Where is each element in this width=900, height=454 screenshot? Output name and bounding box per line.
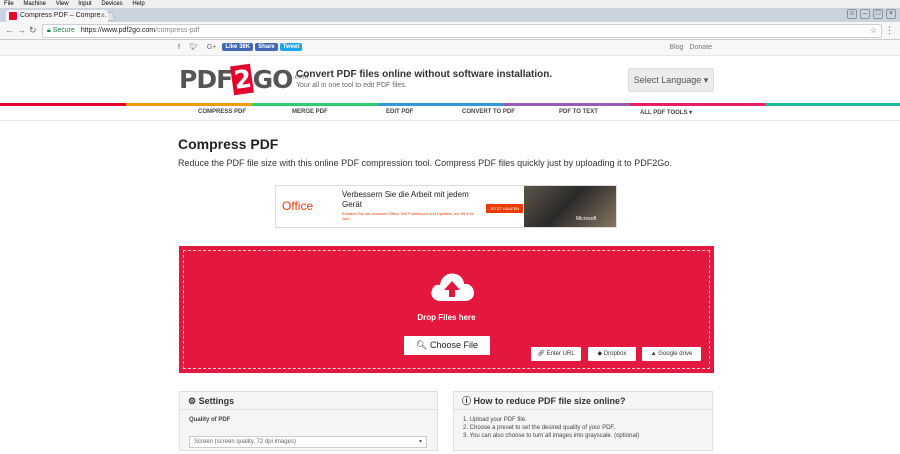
ad-headline: Verbessern Sie die Arbeit mit jedem Gerä… bbox=[342, 190, 469, 209]
google-drive-label: Google drive bbox=[658, 351, 693, 357]
howto-step: 3. You can also choose to turn all image… bbox=[463, 433, 640, 439]
url-field[interactable]: 🔒︎ Secure https://www.pdf2go.com/compres… bbox=[42, 24, 882, 38]
facebook-icon[interactable]: f bbox=[178, 44, 180, 51]
menu-machine[interactable]: Machine bbox=[23, 1, 46, 7]
caret-down-icon: ▾ bbox=[418, 439, 422, 445]
nav-edit-pdf[interactable]: EDIT PDF bbox=[386, 109, 413, 115]
howto-step: 1. Upload your PDF file. bbox=[463, 417, 527, 423]
search-icon: 🔍︎ bbox=[416, 340, 428, 350]
donate-link[interactable]: Donate bbox=[689, 44, 712, 51]
menu-input[interactable]: Input bbox=[78, 1, 91, 7]
address-bar: ← → ↻ 🔒︎ Secure https://www.pdf2go.com/c… bbox=[0, 22, 900, 40]
social-strip: f 🐦︎ G+ Like 38K Share Tweet Blog Donate bbox=[0, 40, 900, 56]
tab-close-icon[interactable]: × bbox=[101, 10, 105, 22]
link-icon: 🔗︎ bbox=[537, 351, 545, 357]
howto-title: How to reduce PDF file size online? bbox=[473, 396, 626, 406]
blog-link[interactable]: Blog bbox=[669, 44, 683, 51]
dropbox-button[interactable]: ◆ Dropbox bbox=[588, 347, 636, 361]
advertisement-banner[interactable]: Office Verbessern Sie die Arbeit mit jed… bbox=[275, 185, 617, 228]
nav-pdf-to-text[interactable]: PDF TO TEXT bbox=[559, 109, 598, 115]
twitter-icon[interactable]: 🐦︎ bbox=[189, 43, 198, 51]
profile-icon[interactable]: ☺ bbox=[847, 9, 857, 19]
pdf2go-favicon-icon bbox=[9, 12, 17, 20]
close-window-icon[interactable]: × bbox=[886, 9, 896, 19]
google-drive-icon: ▲ bbox=[650, 351, 657, 357]
os-menubar: File Machine View Input Devices Help bbox=[0, 0, 900, 8]
howto-body: 1. Upload your PDF file. 2. Choose a pre… bbox=[454, 410, 712, 446]
menu-help[interactable]: Help bbox=[132, 1, 144, 7]
quality-select-value: Screen (screen quality, 72 dpi images) bbox=[194, 439, 296, 445]
logo-pdf: PDF bbox=[179, 65, 233, 94]
back-icon[interactable]: ← bbox=[5, 25, 14, 35]
bookmark-star-icon[interactable]: ☆ bbox=[870, 25, 877, 37]
choose-file-button[interactable]: 🔍︎ Choose File bbox=[404, 336, 490, 355]
quality-label: Quality of PDF bbox=[189, 417, 231, 423]
dropbox-icon: ◆ bbox=[597, 351, 603, 357]
facebook-share-button[interactable]: Share bbox=[255, 43, 278, 51]
nav-compress-pdf[interactable]: COMPRESS PDF bbox=[198, 109, 246, 115]
drop-zone-border: Drop Files here 🔍︎ Choose File 🔗︎ Enter … bbox=[183, 250, 710, 369]
url-path: /compress-pdf bbox=[155, 27, 200, 34]
settings-header: ⚙ Settings bbox=[180, 392, 437, 410]
page-description: Reduce the PDF file size with this onlin… bbox=[178, 158, 672, 168]
choose-file-label: Choose File bbox=[429, 340, 478, 350]
secure-label: Secure bbox=[52, 27, 75, 34]
menu-view[interactable]: View bbox=[56, 1, 69, 7]
howto-panel: ⓘ How to reduce PDF file size online? 1.… bbox=[453, 391, 713, 451]
enter-url-button[interactable]: 🔗︎ Enter URL bbox=[531, 347, 581, 361]
logo-go: GO bbox=[252, 65, 294, 94]
upload-drop-zone[interactable]: Drop Files here 🔍︎ Choose File 🔗︎ Enter … bbox=[179, 246, 714, 373]
tool-navigation: COMPRESS PDF MERGE PDF EDIT PDF CONVERT … bbox=[0, 106, 900, 121]
nav-convert-to-pdf[interactable]: CONVERT TO PDF bbox=[462, 109, 515, 115]
reload-icon[interactable]: ↻ bbox=[29, 25, 37, 36]
ad-sponsor: Microsoft bbox=[576, 216, 597, 222]
page-title: Compress PDF bbox=[178, 136, 279, 152]
info-icon: ⓘ bbox=[462, 396, 472, 406]
tweet-button[interactable]: Tweet bbox=[279, 43, 303, 51]
url-host: https://www.pdf2go.com bbox=[80, 27, 156, 34]
menu-file[interactable]: File bbox=[4, 1, 14, 7]
howto-header: ⓘ How to reduce PDF file size online? bbox=[454, 392, 712, 410]
ad-small-text: Erhalten Sie die neuesten Office 365 Fun… bbox=[342, 211, 475, 221]
settings-panel: ⚙ Settings Quality of PDF Screen (screen… bbox=[179, 391, 438, 451]
site-tagline: Convert PDF files online without softwar… bbox=[296, 69, 553, 80]
nav-all-pdf-tools[interactable]: ALL PDF TOOLS ▾ bbox=[640, 109, 692, 116]
enter-url-label: Enter URL bbox=[546, 351, 575, 357]
quality-select[interactable]: Screen (screen quality, 72 dpi images) ▾ bbox=[189, 436, 427, 448]
ad-cta-button[interactable]: JETZT KAUFEN bbox=[486, 204, 524, 213]
tab-title: Compress PDF – Compre... bbox=[20, 12, 107, 19]
lock-icon: 🔒︎ bbox=[47, 27, 51, 34]
facebook-like-button[interactable]: Like 38K bbox=[222, 43, 254, 51]
minimize-icon[interactable]: – bbox=[860, 9, 870, 19]
settings-body: Quality of PDF Screen (screen quality, 7… bbox=[180, 410, 437, 454]
forward-icon[interactable]: → bbox=[17, 25, 26, 35]
cloud-upload-icon bbox=[431, 273, 474, 301]
ad-brand: Office bbox=[282, 199, 314, 213]
drop-files-label: Drop Files here bbox=[417, 313, 476, 322]
select-language-button[interactable]: Select Language ▾ bbox=[628, 68, 714, 92]
gears-icon: ⚙ bbox=[188, 396, 197, 406]
browser-tab-bar: Compress PDF – Compre... × ☺ – □ × bbox=[0, 8, 900, 22]
nav-merge-pdf[interactable]: MERGE PDF bbox=[292, 109, 328, 115]
top-links: Blog Donate bbox=[669, 44, 712, 51]
browser-menu-icon[interactable]: ⋮ bbox=[885, 25, 894, 36]
site-header: PDF2GO.com Convert PDF files online with… bbox=[0, 57, 900, 103]
site-subtagline: Your all in one tool to edit PDF files. bbox=[296, 82, 407, 89]
url-text: https://www.pdf2go.com/compress-pdf bbox=[81, 27, 200, 34]
ad-photo bbox=[524, 186, 616, 227]
google-plus-icon[interactable]: G+ bbox=[207, 44, 217, 51]
pdf2go-logo[interactable]: PDF2GO.com bbox=[179, 63, 309, 96]
google-drive-button[interactable]: ▲ Google drive bbox=[642, 347, 701, 361]
maximize-icon[interactable]: □ bbox=[873, 9, 883, 19]
window-controls: ☺ – □ × bbox=[847, 9, 896, 19]
howto-step: 2. Choose a preset to set the desired qu… bbox=[463, 425, 616, 431]
menu-devices[interactable]: Devices bbox=[101, 1, 122, 7]
settings-title: Settings bbox=[198, 396, 235, 406]
browser-tab[interactable]: Compress PDF – Compre... × bbox=[6, 10, 108, 22]
social-links: f 🐦︎ G+ Like 38K Share Tweet bbox=[178, 43, 303, 51]
dropbox-label: Dropbox bbox=[603, 351, 627, 357]
logo-two: 2 bbox=[230, 63, 255, 96]
